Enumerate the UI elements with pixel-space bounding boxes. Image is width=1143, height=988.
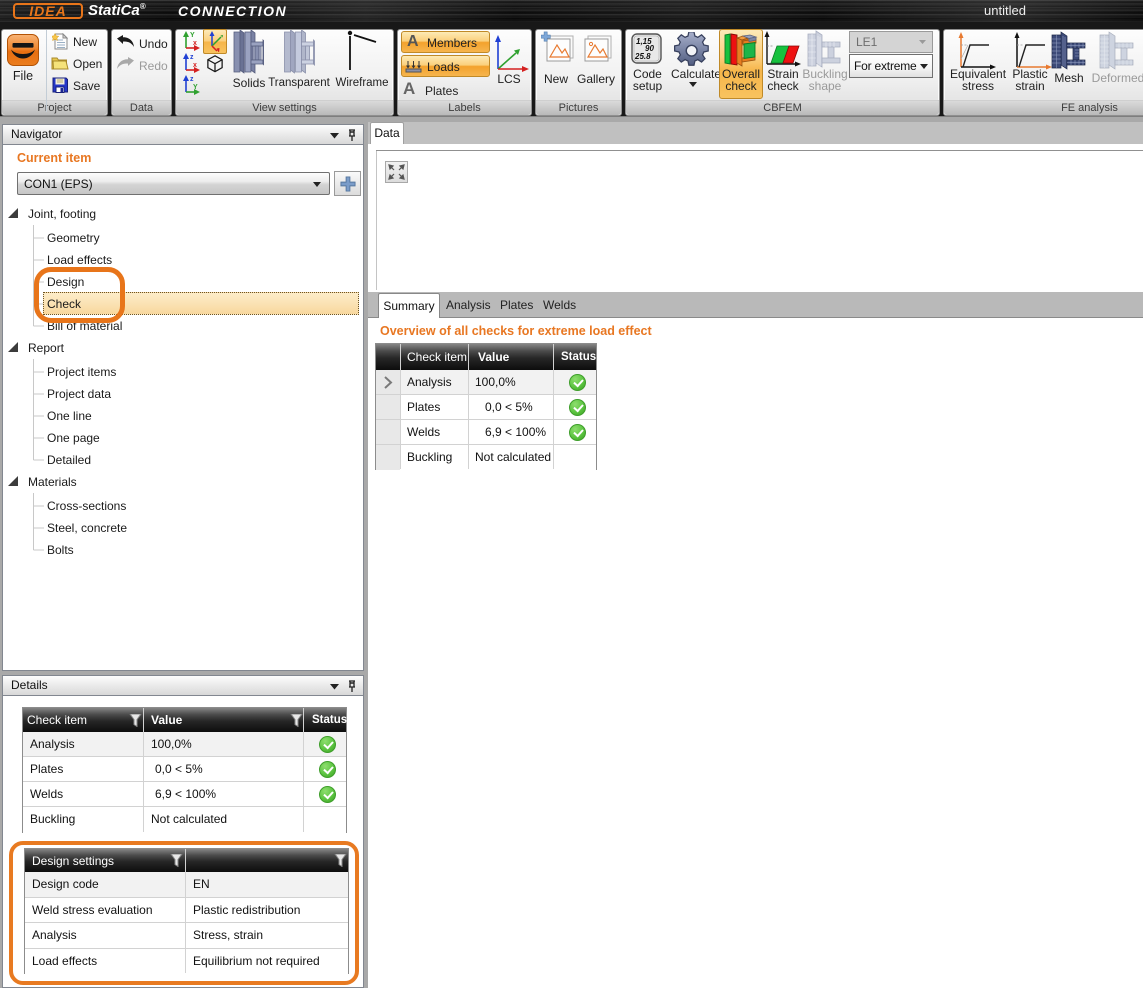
svg-text:Y: Y [193, 84, 198, 91]
svg-text:x: x [193, 62, 197, 69]
svg-text:25.8: 25.8 [634, 52, 651, 61]
svg-text:z: z [190, 76, 194, 83]
svg-text:Y: Y [190, 32, 195, 39]
svg-text:x: x [193, 40, 197, 47]
svg-text:z: z [190, 54, 194, 61]
